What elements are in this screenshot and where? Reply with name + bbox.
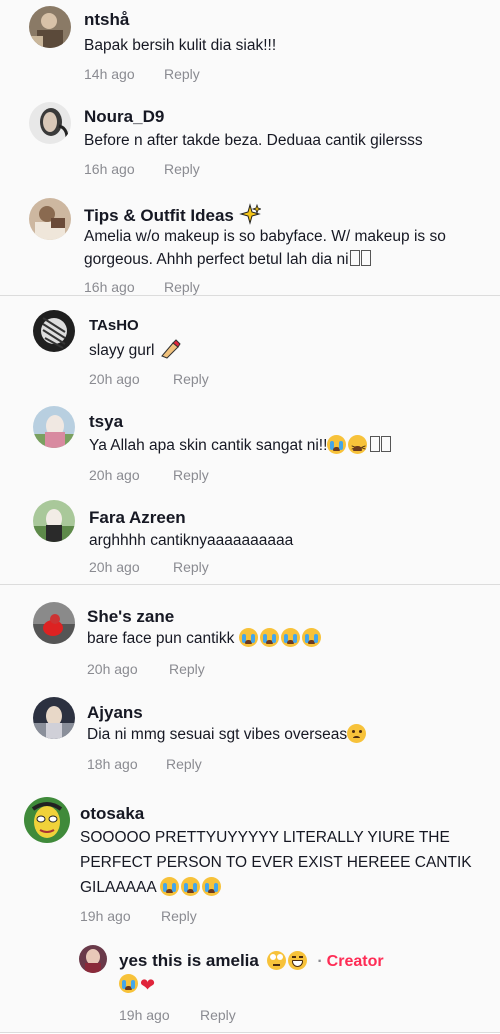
comment-time: 20h ago: [89, 559, 140, 575]
unsupported-glyph-icon: [349, 250, 360, 266]
comment-text-body: slayy gurl: [89, 342, 155, 359]
comment-time: 20h ago: [89, 371, 140, 387]
comment-time: 14h ago: [84, 66, 135, 82]
reply-button[interactable]: Reply: [169, 661, 205, 677]
comment-text-line-wrap: GILAAAAA: [80, 875, 490, 900]
comment-author[interactable]: Noura_D9: [84, 107, 164, 127]
face-with-rolling-eyes-icon: [266, 951, 286, 970]
comment-author[interactable]: Fara Azreen: [89, 508, 186, 528]
comment-item: Ajyans Dia ni mmg sesuai sgt vibes overs…: [0, 683, 500, 783]
creator-badge: Creator: [326, 953, 384, 970]
comment-item: She's zane bare face pun cantikk 20h ago…: [0, 585, 500, 683]
comment-item: ntshå Bapak bersih kulit dia siak!!! 14h…: [0, 0, 500, 95]
grinning-face-icon: [287, 951, 307, 970]
comment-author[interactable]: Ajyans: [87, 703, 143, 723]
loudly-crying-face-icon: [119, 974, 138, 993]
tired-face-icon: [348, 435, 368, 459]
avatar[interactable]: [24, 797, 70, 843]
comment-text-line: SOOOOO PRETTYUYYYYY LITERALLY YIURE THE: [80, 829, 450, 846]
unsupported-glyph-icon: [360, 250, 371, 266]
comment-item: otosaka SOOOOO PRETTYUYYYYY LITERALLY YI…: [0, 783, 500, 933]
avatar[interactable]: [33, 602, 75, 644]
comment-text-body: Dia ni mmg sesuai sgt vibes overseas: [87, 726, 348, 743]
avatar[interactable]: [33, 310, 75, 352]
author-label: yes this is amelia: [119, 951, 259, 970]
comment-time: 16h ago: [84, 279, 135, 295]
frowning-face-icon: [347, 724, 367, 743]
avatar[interactable]: [29, 102, 71, 144]
reply-button[interactable]: Reply: [166, 756, 202, 772]
loudly-crying-face-icon: [327, 435, 347, 454]
comment-text-line: PERFECT PERSON TO EVER EXIST HEREEE CANT…: [80, 854, 472, 871]
comment-text: Bapak bersih kulit dia siak!!!: [84, 37, 277, 54]
comment-text-line: GILAAAAA: [80, 879, 156, 896]
comment-text-body: Amelia w/o makeup is so babyface. W/ mak…: [84, 228, 446, 268]
comment-author[interactable]: ntshå: [84, 10, 129, 30]
reply-button[interactable]: Reply: [164, 66, 200, 82]
comment-author[interactable]: She's zane: [87, 607, 174, 627]
comment-item: Fara Azreen arghhhh cantiknyaaaaaaaaaa 2…: [0, 492, 500, 584]
comment-item: TAsHO slayy gurl 20h ago Reply: [0, 296, 500, 396]
loudly-crying-face-icon: [181, 877, 201, 896]
comment-author[interactable]: TAsHO: [89, 317, 139, 334]
comment-text: slayy gurl: [89, 338, 181, 367]
comment-author[interactable]: tsya: [89, 412, 123, 432]
comment-text: Dia ni mmg sesuai sgt vibes overseas: [87, 723, 368, 746]
reply-button[interactable]: Reply: [164, 279, 200, 295]
avatar[interactable]: [29, 198, 71, 240]
avatar[interactable]: [29, 6, 71, 48]
reply-button[interactable]: Reply: [161, 908, 197, 924]
loudly-crying-face-icon: [259, 628, 279, 647]
reply-button[interactable]: Reply: [200, 1007, 236, 1023]
comment-text-body: bare face pun cantikk: [87, 630, 235, 647]
reply-button[interactable]: Reply: [173, 559, 209, 575]
author-label: Tips & Outfit Ideas: [84, 206, 234, 225]
reply-button[interactable]: Reply: [173, 371, 209, 387]
comment-panel-3: She's zane bare face pun cantikk 20h ago…: [0, 585, 500, 1032]
comment-time: 20h ago: [89, 467, 140, 483]
comment-text: Amelia w/o makeup is so babyface. W/ mak…: [84, 225, 484, 271]
badge-separator: ·: [317, 953, 323, 970]
loudly-crying-face-icon: [160, 877, 180, 896]
comment-text-body: Ya Allah apa skin cantik sangat ni!!: [89, 437, 328, 454]
comment-panel-1: ntshå Bapak bersih kulit dia siak!!! 14h…: [0, 0, 500, 295]
reply-button[interactable]: Reply: [164, 161, 200, 177]
comment-item: Tips & Outfit Ideas Amelia w/o makeup is…: [0, 191, 500, 295]
comment-time: 18h ago: [87, 756, 138, 772]
comment-author[interactable]: otosaka: [80, 804, 144, 824]
comment-text: Ya Allah apa skin cantik sangat ni!!: [89, 434, 392, 459]
reply-comment-item: yes this is amelia · Creator ❤ 19h ago Re…: [0, 933, 500, 1032]
comment-time: 20h ago: [87, 661, 138, 677]
reply-button[interactable]: Reply: [173, 467, 209, 483]
comment-time: 19h ago: [119, 1007, 170, 1023]
comment-panel-2: TAsHO slayy gurl 20h ago Reply tsya Ya A…: [0, 296, 500, 584]
comment-text: arghhhh cantiknyaaaaaaaaaa: [89, 532, 294, 549]
red-heart-icon: ❤: [140, 975, 156, 995]
comment-text: SOOOOO PRETTYUYYYYY LITERALLY YIURE THE …: [80, 825, 490, 900]
avatar[interactable]: [33, 500, 75, 542]
unsupported-glyph-icon: [370, 436, 381, 452]
panel-divider: [0, 1032, 500, 1033]
loudly-crying-face-icon: [238, 628, 258, 647]
comment-time: 19h ago: [80, 908, 131, 924]
comment-author[interactable]: yes this is amelia · Creator: [119, 951, 384, 971]
comment-item: tsya Ya Allah apa skin cantik sangat ni!…: [0, 396, 500, 492]
nail-polish-icon: [159, 338, 181, 367]
comment-text: ❤: [119, 973, 155, 997]
avatar[interactable]: [33, 697, 75, 739]
comment-text: Before n after takde beza. Deduaa cantik…: [84, 132, 423, 149]
comment-item: Noura_D9 Before n after takde beza. Dedu…: [0, 95, 500, 191]
comment-text: bare face pun cantikk: [87, 627, 323, 650]
comment-time: 16h ago: [84, 161, 135, 177]
loudly-crying-face-icon: [280, 628, 300, 647]
avatar[interactable]: [79, 945, 107, 973]
loudly-crying-face-icon: [202, 877, 222, 896]
loudly-crying-face-icon: [301, 628, 321, 647]
avatar[interactable]: [33, 406, 75, 448]
unsupported-glyph-icon: [381, 436, 392, 452]
